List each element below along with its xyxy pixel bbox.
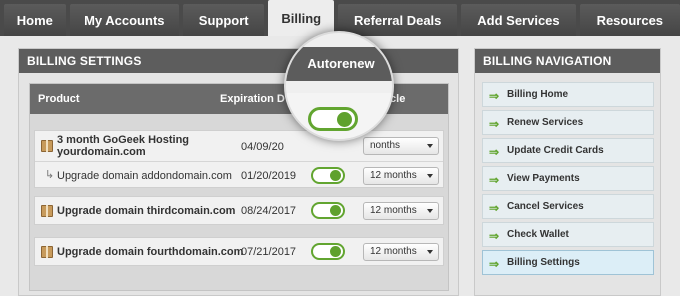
cycle-select[interactable]: 12 months: [363, 167, 439, 185]
tab-add-services[interactable]: Add Services: [461, 4, 576, 36]
expiration-date: 01/20/2019: [241, 170, 297, 182]
table-row: Upgrade domain thirdcomain.com 08/24/201…: [35, 197, 443, 224]
autorenew-toggle[interactable]: [311, 243, 345, 260]
green-right-arrow-icon: ⇒: [489, 89, 500, 103]
nav-item-view-payments[interactable]: ⇒ View Payments: [482, 166, 654, 191]
autorenew-label: Autorenew: [286, 47, 392, 81]
autorenew-toggle[interactable]: [311, 167, 345, 184]
package-icon: [41, 205, 53, 217]
table-row-group: Upgrade domain fourthdomain.com 07/21/20…: [34, 237, 444, 266]
tab-billing[interactable]: Billing: [268, 0, 335, 36]
green-right-arrow-icon: ⇒: [489, 229, 500, 243]
table-row-group: Upgrade domain thirdcomain.com 08/24/201…: [34, 196, 444, 225]
chevron-down-icon: [427, 209, 433, 213]
chevron-down-icon: [427, 144, 433, 148]
tab-home[interactable]: Home: [4, 4, 66, 36]
green-right-arrow-icon: ⇒: [489, 257, 500, 271]
autorenew-toggle[interactable]: [308, 107, 358, 131]
product-name: Upgrade domain addondomain.com: [57, 170, 232, 182]
autorenew-toggle[interactable]: [311, 202, 345, 219]
autorenew-magnifier: Autorenew: [284, 31, 394, 141]
product-name: 3 month GoGeek Hosting: [57, 134, 190, 146]
tab-resources[interactable]: Resources: [579, 4, 680, 36]
cycle-select[interactable]: 12 months: [363, 243, 439, 261]
green-right-arrow-icon: ⇒: [489, 173, 500, 187]
expiration-date: 07/21/2017: [241, 246, 297, 258]
expiration-date: 04/09/20: [241, 141, 284, 153]
billing-navigation-title: BILLING NAVIGATION: [475, 49, 660, 73]
package-icon: [41, 140, 53, 152]
green-right-arrow-icon: ⇒: [489, 145, 500, 159]
billing-settings-title: BILLING SETTINGS: [19, 49, 458, 73]
green-right-arrow-icon: ⇒: [489, 117, 500, 131]
table-row: Upgrade domain fourthdomain.com 07/21/20…: [35, 238, 443, 265]
tab-support[interactable]: Support: [182, 4, 265, 36]
product-name: Upgrade domain thirdcomain.com: [57, 205, 236, 217]
expiration-date: 08/24/2017: [241, 205, 297, 217]
chevron-down-icon: [427, 250, 433, 254]
green-right-arrow-icon: ⇒: [489, 201, 500, 215]
content-area: BILLING SETTINGS Product Expiration D Cy…: [0, 31, 680, 296]
billing-settings-panel: BILLING SETTINGS Product Expiration D Cy…: [18, 31, 459, 296]
cycle-select[interactable]: 12 months: [363, 202, 439, 220]
tab-referral-deals[interactable]: Referral Deals: [338, 4, 458, 36]
chevron-down-icon: [427, 174, 433, 178]
tab-my-accounts[interactable]: My Accounts: [69, 4, 179, 36]
nav-item-billing-settings[interactable]: ⇒ Billing Settings: [482, 250, 654, 275]
column-product: Product: [38, 93, 80, 105]
sub-arrow-icon: ↳: [45, 169, 55, 181]
cycle-select[interactable]: nonths: [363, 137, 439, 155]
nav-item-update-credit-cards[interactable]: ⇒ Update Credit Cards: [482, 138, 654, 163]
nav-item-billing-home[interactable]: ⇒ Billing Home: [482, 82, 654, 107]
column-expiration: Expiration D: [220, 93, 285, 105]
product-name: Upgrade domain fourthdomain.com: [57, 246, 244, 258]
package-icon: [41, 246, 53, 258]
billing-navigation-panel: BILLING NAVIGATION ⇒ Billing Home ⇒ Renew …: [474, 48, 661, 296]
nav-item-renew-services[interactable]: ⇒ Renew Services: [482, 110, 654, 135]
table-row: ↳ Upgrade domain addondomain.com 01/20/2…: [35, 161, 443, 188]
nav-item-cancel-services[interactable]: ⇒ Cancel Services: [482, 194, 654, 219]
billing-navigation-list: ⇒ Billing Home ⇒ Renew Services ⇒ Update Cr…: [482, 82, 654, 278]
product-domain: yourdomain.com: [57, 146, 146, 158]
nav-item-check-wallet[interactable]: ⇒ Check Wallet: [482, 222, 654, 247]
